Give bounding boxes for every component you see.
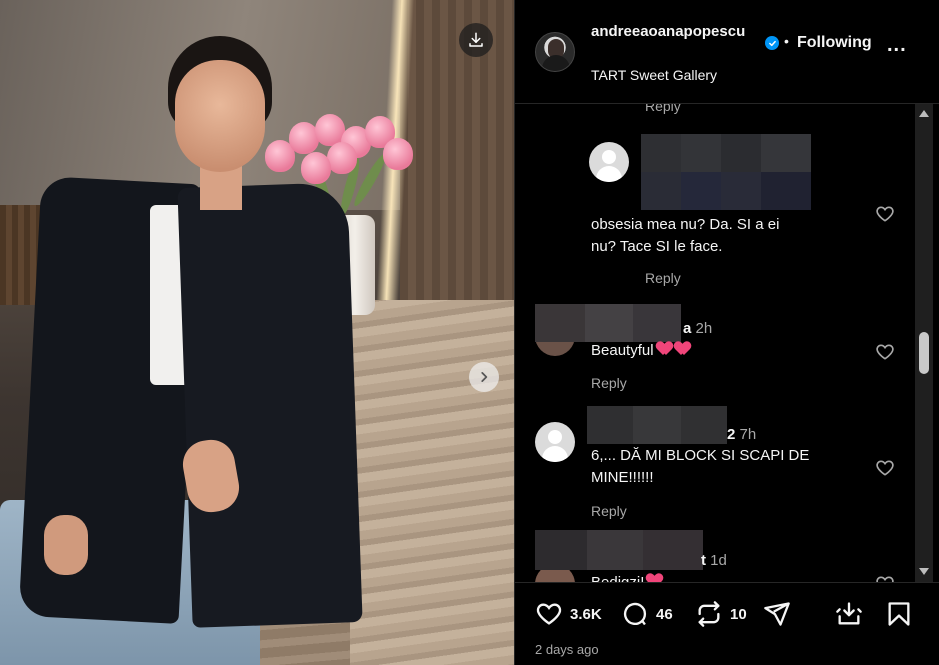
download-icon <box>469 32 483 47</box>
comment-timestamp: 7h <box>739 426 757 443</box>
comment-like-heart-icon[interactable] <box>875 342 895 362</box>
default-avatar-icon <box>602 150 616 164</box>
like-button[interactable]: 3.6K <box>535 600 602 628</box>
comment-text-line: 6,... DĂ MI BLOCK SI SCAPI DE <box>591 447 810 464</box>
redacted-username <box>587 406 727 444</box>
comment-like-heart-icon[interactable] <box>875 574 895 582</box>
comment-text: Beautyful <box>591 340 690 362</box>
comment-count: 46 <box>656 605 673 623</box>
bookmark-button[interactable] <box>885 600 913 628</box>
repost-button[interactable]: 10 <box>695 600 747 628</box>
comment-text-line: obsesia mea nu? Da. SI a ei <box>591 216 780 233</box>
comment-text-line: Bedigzi! <box>591 574 644 582</box>
share-button[interactable] <box>763 600 791 628</box>
chevron-right-icon <box>481 372 488 382</box>
post-side-panel: andreeaoanapopescu • Following ... TART … <box>514 0 939 665</box>
comment-text-line: nu? Tace SI le face. <box>591 238 723 255</box>
like-count: 3.6K <box>570 605 602 623</box>
follow-separator: • <box>784 33 789 49</box>
comment-icon <box>623 602 647 626</box>
post-location[interactable]: TART Sweet Gallery <box>591 67 717 83</box>
photo-person <box>0 0 514 665</box>
repost-icon <box>698 601 720 627</box>
comment-author-suffix: 2 <box>727 426 736 443</box>
reply-button[interactable]: Reply <box>645 104 681 114</box>
comment-author-suffix: a <box>683 320 692 337</box>
redacted-username <box>535 304 681 342</box>
post-photo[interactable] <box>0 0 514 665</box>
following-button[interactable]: Following <box>797 34 872 52</box>
comment-text: Bedigzi! <box>591 572 662 582</box>
commenter-avatar[interactable] <box>535 422 575 462</box>
comment-timestamp: 2h <box>695 320 713 337</box>
repost-count: 10 <box>730 605 747 623</box>
scroll-down-arrow-icon[interactable] <box>919 568 929 575</box>
author-username-part2: u <box>736 23 746 40</box>
bookmark-icon <box>888 602 910 626</box>
save-to-collection-button[interactable] <box>835 600 863 628</box>
heart-emoji <box>675 342 690 356</box>
comment-text-line: Beautyful <box>591 342 654 359</box>
comment-like-heart-icon[interactable] <box>875 458 895 478</box>
post-actions-bar: 3.6K 46 10 2 days ago <box>515 582 939 665</box>
post-date[interactable]: 2 days ago <box>535 642 599 657</box>
next-photo-button[interactable] <box>469 362 499 392</box>
comment-time: t 1d <box>701 552 727 569</box>
comments-scrollbar[interactable] <box>915 104 933 582</box>
redacted-username <box>535 530 703 570</box>
author-avatar[interactable] <box>535 32 575 72</box>
heart-icon <box>536 603 562 625</box>
commenter-avatar[interactable] <box>589 142 629 182</box>
default-avatar-icon <box>548 430 562 444</box>
download-button[interactable] <box>459 23 493 57</box>
save-to-collection-icon <box>836 602 862 625</box>
reply-button[interactable]: Reply <box>591 503 627 519</box>
heart-emoji <box>647 574 662 582</box>
scroll-thumb[interactable] <box>919 332 929 374</box>
comment-like-heart-icon[interactable] <box>875 204 895 224</box>
author-username[interactable]: andreeaoanapopescu <box>591 22 761 41</box>
comment-text: 6,... DĂ MI BLOCK SI SCAPI DE MINE!!!!!! <box>591 445 809 489</box>
redacted-username <box>641 134 841 210</box>
more-options-button[interactable]: ... <box>887 34 907 57</box>
scroll-up-arrow-icon[interactable] <box>919 110 929 117</box>
reply-button[interactable]: Reply <box>591 375 627 391</box>
comment-text-line: MINE!!!!!! <box>591 469 654 486</box>
comment-button[interactable]: 46 <box>621 600 673 628</box>
verified-badge-icon <box>765 36 779 50</box>
more-icon: ... <box>887 34 907 56</box>
comment-text: obsesia mea nu? Da. SI a ei nu? Tace SI … <box>591 214 779 258</box>
heart-emoji <box>657 342 672 356</box>
comment-time: 2 7h <box>727 426 756 443</box>
comment-author-suffix: t <box>701 552 706 569</box>
post-header: andreeaoanapopescu • Following ... TART … <box>515 0 939 104</box>
share-icon <box>764 602 790 626</box>
author-username-part1: andreeaoanapopesc <box>591 23 737 40</box>
comments-list[interactable]: Reply obsesia mea nu? Da. SI a ei nu? Ta… <box>515 104 939 582</box>
comment-timestamp: 1d <box>710 552 727 569</box>
reply-button[interactable]: Reply <box>645 270 681 286</box>
comment-time: a 2h <box>683 320 712 337</box>
